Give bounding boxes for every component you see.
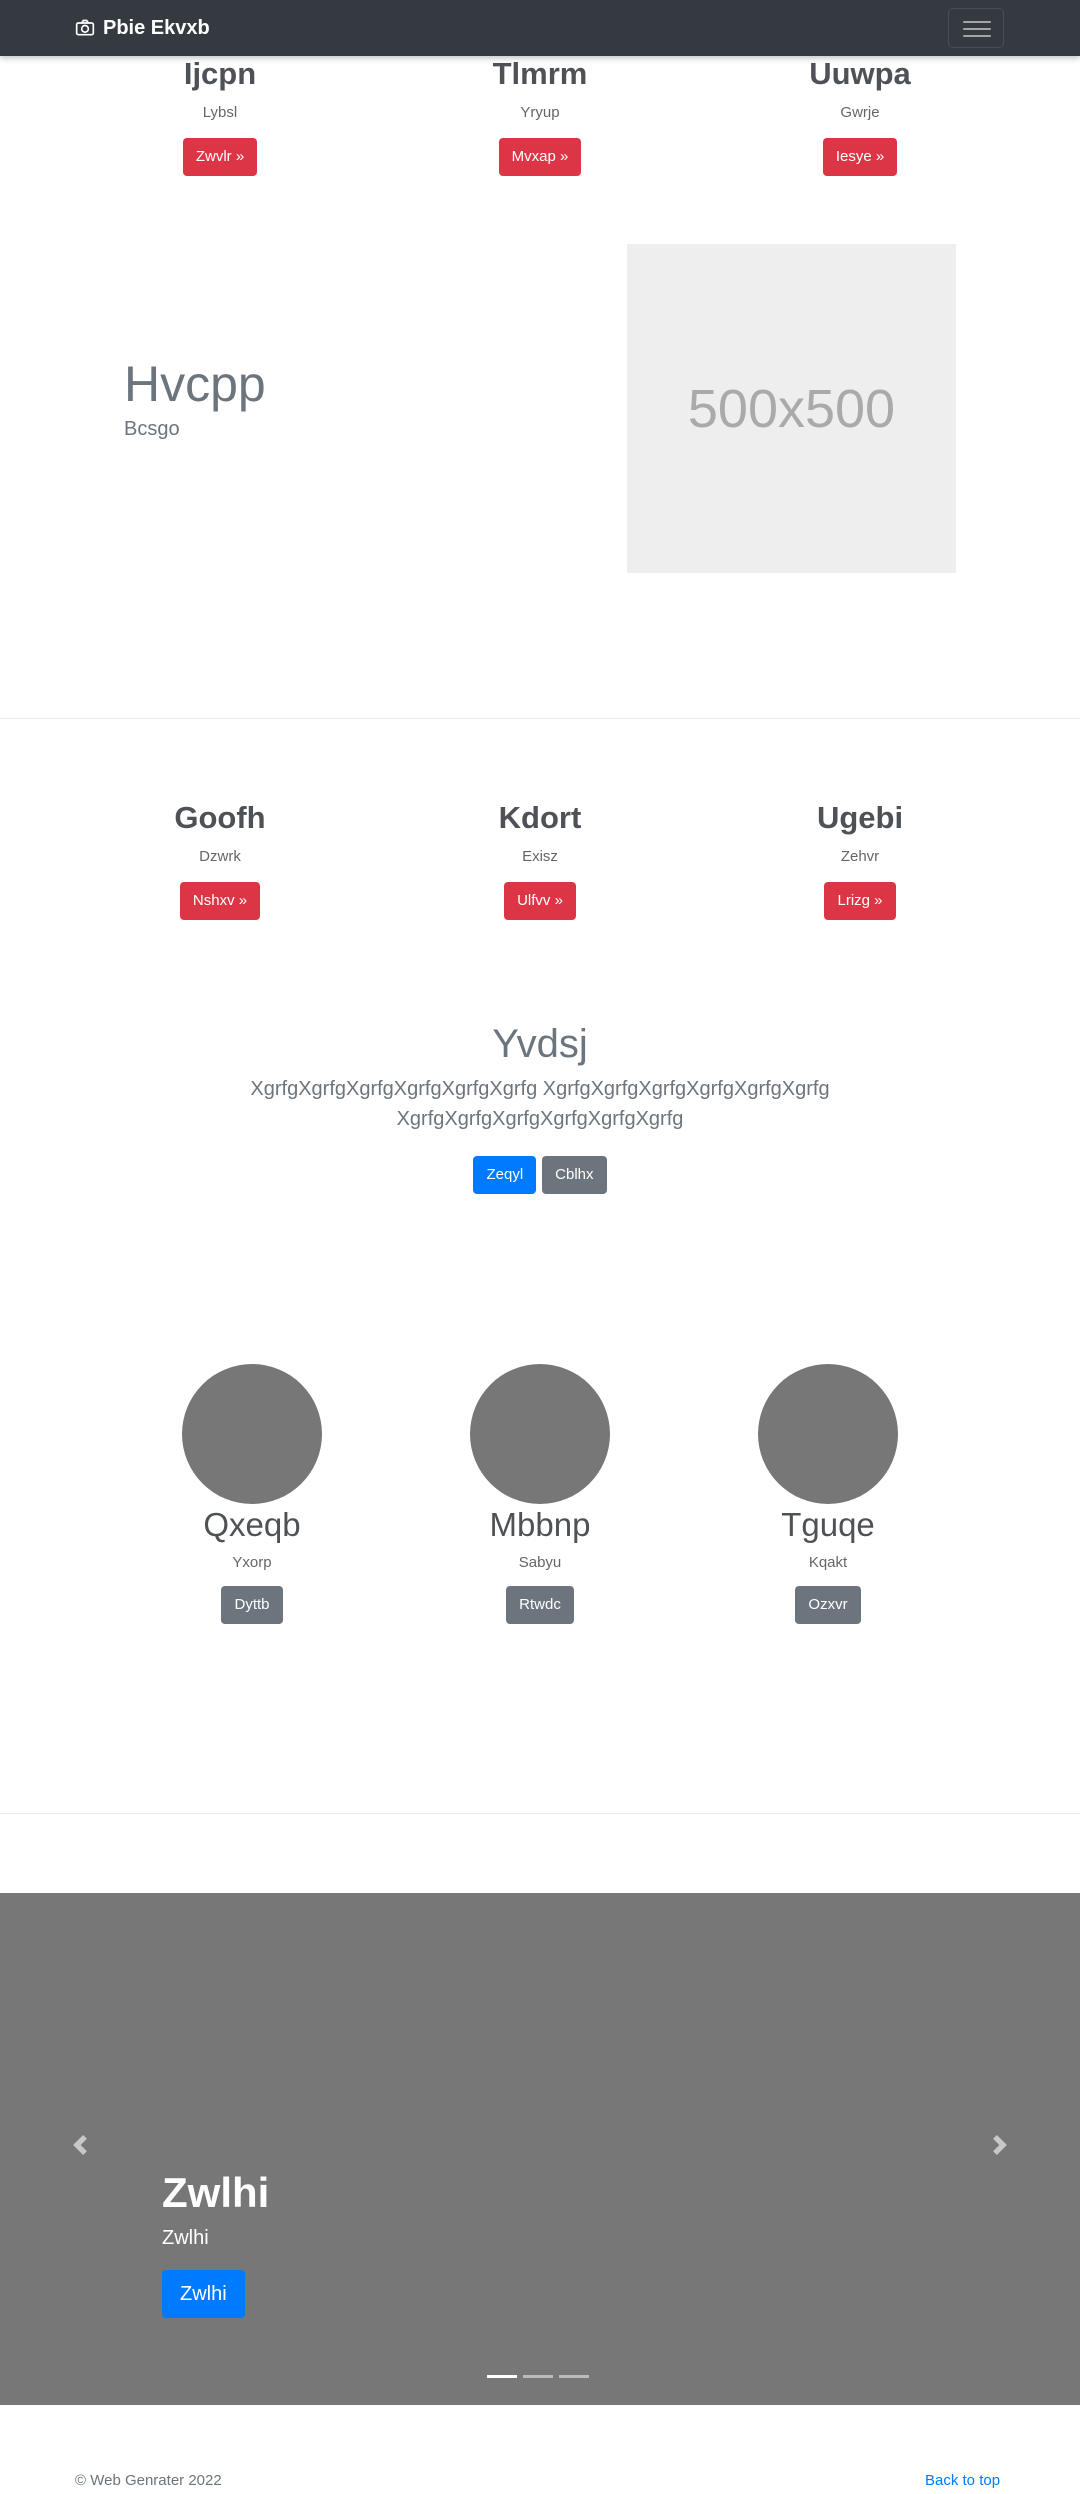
top-column-2: Tlmrm Yryup Mvxap » (415, 56, 665, 176)
team-card-2: Mbbnp Sabyu Rtwdc (415, 1364, 665, 1624)
carousel-indicators (487, 2375, 589, 2378)
camera-icon (75, 19, 95, 36)
team-button[interactable]: Rtwdc (506, 1586, 574, 1624)
section-divider (0, 1813, 1080, 1814)
footer-copyright: © Web Genrater 2022 (75, 2472, 222, 2489)
column-subtitle: Exisz (522, 848, 558, 865)
column-action-button[interactable]: Mvxap » (498, 138, 582, 176)
feature-heading: Hvcpp (124, 356, 266, 412)
column-subtitle: Lybsl (202, 104, 238, 121)
column-subtitle: Gwrje (840, 104, 880, 121)
back-to-top-link[interactable]: Back to top (925, 2472, 1000, 2489)
team-subtitle: Kqakt (808, 1554, 848, 1571)
avatar (470, 1364, 610, 1504)
jumbotron-secondary-button[interactable]: Cblhx (542, 1156, 607, 1194)
team-button[interactable]: Dyttb (221, 1586, 283, 1624)
team-name: Mbbnp (489, 1506, 591, 1543)
carousel: Zwlhi Zwlhi Zwlhi (0, 1893, 1080, 2405)
jumbotron-text: XgrfgXgrfgXgrfgXgrfgXgrfgXgrfg XgrfgXgrf… (250, 1078, 830, 1130)
column-title: Uuwpa (809, 56, 911, 91)
mid-column-3: Ugebi Zehvr Lrizg » (735, 800, 985, 920)
hamburger-icon (963, 21, 991, 37)
team-name: Qxeqb (203, 1506, 301, 1543)
mid-column-1: Goofh Dzwrk Nshxv » (95, 800, 345, 920)
avatar (182, 1364, 322, 1504)
team-subtitle: Yxorp (232, 1554, 272, 1571)
carousel-caption-button[interactable]: Zwlhi (162, 2270, 245, 2318)
placeholder-label: 500x500 (687, 378, 896, 439)
column-title: Tlmrm (492, 56, 588, 91)
column-subtitle: Dzwrk (199, 848, 241, 865)
column-title: Kdort (498, 800, 582, 835)
column-action-button[interactable]: Zwvlr » (182, 138, 258, 176)
brand-label: Pbie Ekvxb (103, 17, 210, 39)
carousel-indicator-3[interactable] (559, 2375, 589, 2378)
column-action-button[interactable]: Nshxv » (179, 882, 261, 920)
jumbotron: Yvdsj XgrfgXgrfgXgrfgXgrfgXgrfgXgrfg Xgr… (200, 1020, 880, 1194)
column-action-button[interactable]: Lrizg » (824, 882, 896, 920)
team-card-1: Qxeqb Yxorp Dyttb (127, 1364, 377, 1624)
carousel-indicator-2[interactable] (523, 2375, 553, 2378)
navbar-brand[interactable]: Pbie Ekvxb (75, 16, 210, 40)
top-column-3: Uuwpa Gwrje Iesye » (735, 56, 985, 176)
navbar: Pbie Ekvxb (0, 0, 1080, 56)
carousel-indicator-1[interactable] (487, 2375, 517, 2378)
column-title: Ijcpn (183, 56, 257, 91)
column-action-button[interactable]: Iesye » (822, 138, 898, 176)
chevron-right-icon (993, 2135, 1007, 2155)
team-name: Tguqe (781, 1506, 875, 1543)
carousel-caption-text: Zwlhi (162, 2227, 209, 2249)
avatar (758, 1364, 898, 1504)
team-button[interactable]: Ozxvr (795, 1586, 861, 1624)
navbar-toggler-button[interactable] (948, 8, 1004, 48)
jumbotron-heading: Yvdsj (492, 1022, 588, 1066)
column-subtitle: Yryup (520, 104, 560, 121)
chevron-left-icon (73, 2135, 87, 2155)
carousel-prev-button[interactable] (70, 2133, 100, 2163)
jumbotron-primary-button[interactable]: Zeqyl (473, 1156, 537, 1194)
placeholder-image: 500x500 (627, 244, 956, 573)
section-divider (0, 718, 1080, 719)
column-title: Goofh (174, 800, 266, 835)
team-card-3: Tguqe Kqakt Ozxvr (703, 1364, 953, 1624)
column-title: Ugebi (816, 800, 904, 835)
top-column-1: Ijcpn Lybsl Zwvlr » (95, 56, 345, 176)
team-subtitle: Sabyu (518, 1554, 562, 1571)
column-action-button[interactable]: Ulfvv » (504, 882, 576, 920)
mid-column-2: Kdort Exisz Ulfvv » (415, 800, 665, 920)
column-subtitle: Zehvr (840, 848, 880, 865)
carousel-next-button[interactable] (990, 2133, 1020, 2163)
feature-subheading: Bcsgo (124, 418, 180, 440)
carousel-caption-title: Zwlhi (162, 2169, 270, 2216)
